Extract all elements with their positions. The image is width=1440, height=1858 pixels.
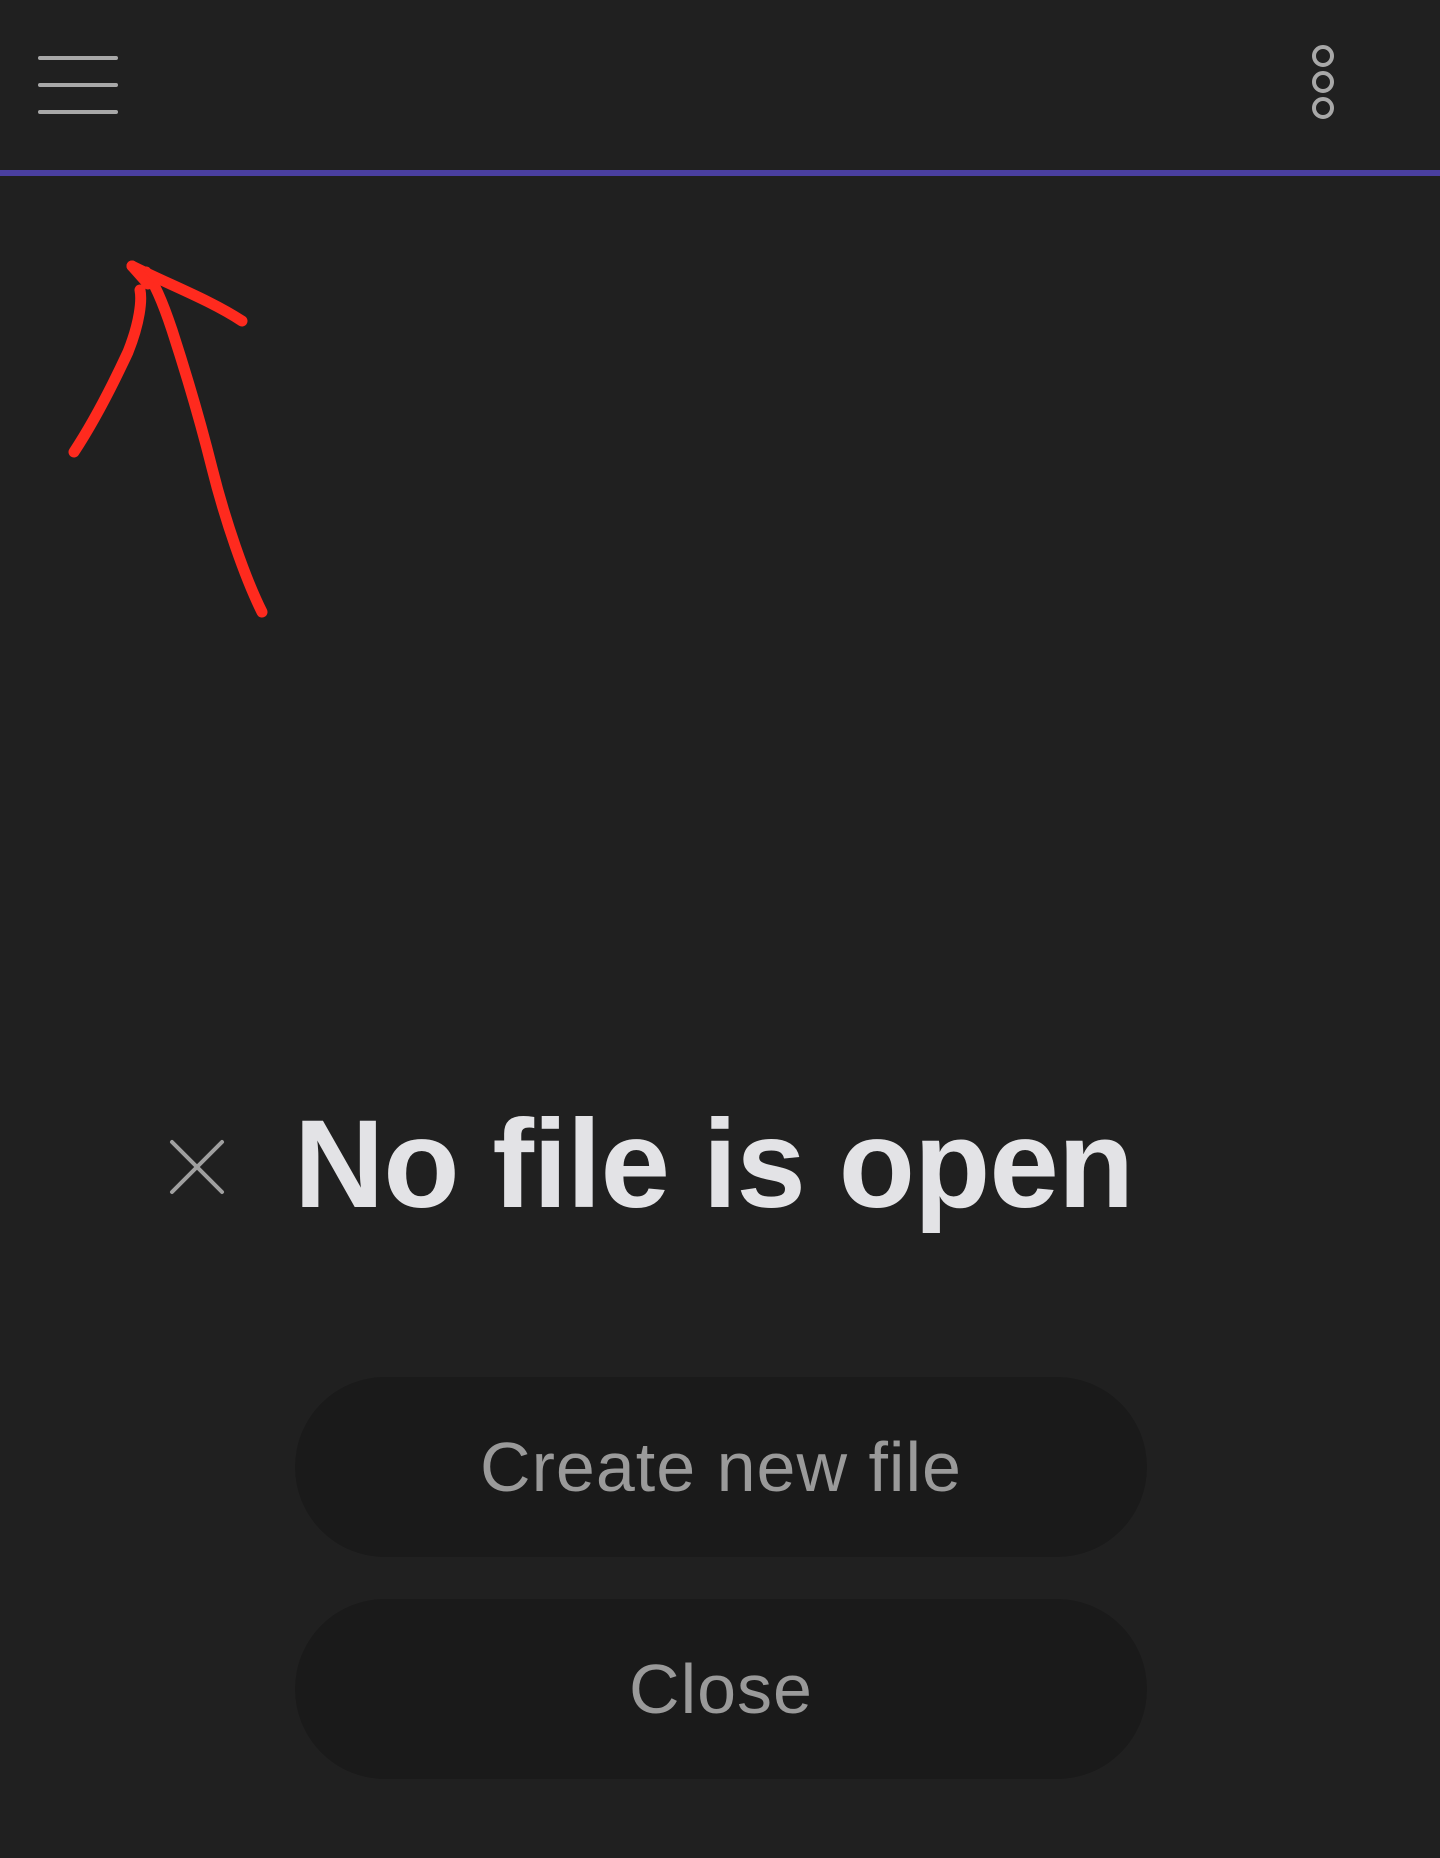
hamburger-menu-icon [38, 56, 118, 114]
create-new-file-button[interactable]: Create new file [295, 1377, 1147, 1557]
empty-state-title: No file is open [294, 1095, 1134, 1234]
red-arrow-annotation [68, 260, 268, 618]
menu-button[interactable] [30, 48, 126, 122]
top-bar [0, 0, 1440, 170]
dismiss-button[interactable] [160, 1130, 234, 1204]
header-accent-line [0, 170, 1440, 176]
close-button[interactable]: Close [295, 1599, 1147, 1779]
more-vertical-icon [1312, 45, 1334, 119]
more-options-button[interactable] [1300, 40, 1346, 126]
app-window: No file is open Create new file Close [0, 0, 1440, 1858]
close-icon [170, 1140, 224, 1194]
